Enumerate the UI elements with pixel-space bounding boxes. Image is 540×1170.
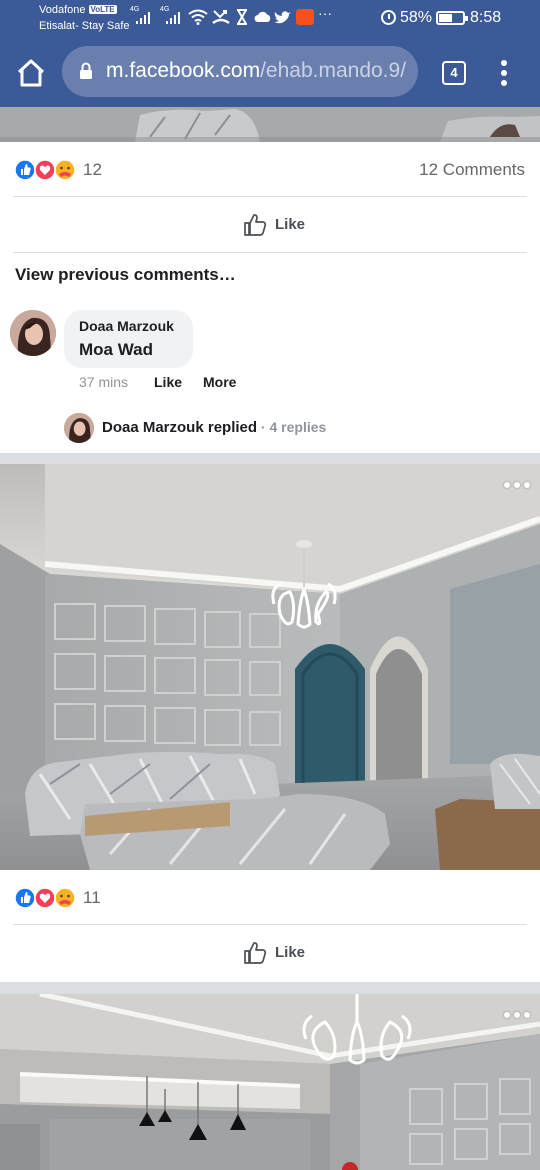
post-photo[interactable]	[0, 464, 540, 870]
status-time: 8:58	[470, 9, 502, 26]
cloud-icon	[254, 11, 271, 22]
app-notification-icon	[296, 9, 314, 25]
lock-icon	[80, 62, 92, 79]
divider	[13, 196, 527, 197]
comment-timestamp: 37 mins	[79, 374, 129, 390]
view-previous-comments-link[interactable]: View previous comments…	[15, 265, 236, 285]
carrier-primary: Vodafone VoLTE	[39, 4, 117, 16]
browser-chrome: VodafoneVoLTE Etisalat- Stay Safe 4G 4G	[0, 0, 540, 107]
view-replies-link[interactable]: Doaa Marzouk replied · 4 replies	[102, 419, 326, 436]
photo-room-scene	[0, 107, 540, 142]
reaction-count: 12	[83, 160, 102, 179]
battery-icon	[436, 11, 468, 25]
battery-percent: 58%	[400, 9, 433, 26]
overflow-indicator: ···	[318, 5, 332, 21]
battery-fill	[439, 14, 453, 22]
comment-bubble[interactable]: Doaa Marzouk Moa Wad	[64, 310, 193, 368]
post-card: 11 Like	[0, 464, 540, 982]
reply-avatar[interactable]	[64, 413, 94, 443]
reaction-count: 11	[83, 888, 101, 907]
thumbs-up-icon	[244, 942, 267, 964]
divider	[13, 252, 527, 253]
reply-count: 4 replies	[269, 419, 327, 435]
volte-badge: VoLTE	[88, 5, 117, 14]
status-bar: VodafoneVoLTE Etisalat- Stay Safe 4G 4G	[39, 4, 502, 32]
post-photo[interactable]	[0, 994, 540, 1170]
reply-author: Doaa Marzouk replied	[102, 419, 258, 436]
care-reaction-icon	[54, 159, 76, 181]
tab-switcher-button[interactable]: 4	[442, 61, 466, 85]
divider	[13, 924, 527, 925]
hourglass-icon	[237, 9, 247, 25]
url-text[interactable]: m.facebook.com/ehab.mando.9/	[106, 59, 406, 83]
avatar[interactable]	[10, 310, 56, 356]
avatar-image	[10, 310, 56, 356]
reaction-icons	[15, 159, 76, 181]
browser-menu-button[interactable]	[496, 58, 512, 88]
url-host: m.facebook.com	[106, 59, 261, 82]
like-button[interactable]: Like	[242, 940, 312, 966]
comment-like-button[interactable]: Like	[154, 374, 182, 390]
alarm-icon	[381, 10, 396, 25]
like-button[interactable]: Like	[242, 212, 312, 238]
comment-author[interactable]: Doaa Marzouk	[79, 318, 174, 334]
url-path: /ehab.mando.9/	[260, 59, 407, 82]
missed-call-icon	[212, 10, 230, 25]
home-icon[interactable]	[16, 58, 46, 88]
wifi-icon	[188, 9, 208, 25]
photo-room-scene	[0, 464, 540, 870]
address-bar[interactable]: m.facebook.com/ehab.mando.9/	[62, 46, 418, 97]
reactions-row[interactable]: 11	[15, 887, 525, 909]
comments-count-link[interactable]: 12 Comments	[419, 160, 525, 180]
comment-text: Moa Wad	[79, 340, 153, 359]
reaction-icons	[15, 887, 76, 909]
post-card	[0, 994, 540, 1170]
reply-separator: ·	[257, 419, 270, 435]
photo-more-options-button[interactable]	[504, 482, 530, 490]
twitter-icon	[274, 11, 291, 24]
post-photo[interactable]	[0, 107, 540, 142]
photo-more-options-button[interactable]	[504, 1012, 530, 1020]
avatar-image	[64, 413, 94, 443]
thumbs-up-icon	[244, 214, 267, 236]
carrier-secondary: Etisalat- Stay Safe	[39, 20, 130, 32]
comment-more-button[interactable]: More	[203, 374, 236, 390]
care-reaction-icon	[54, 887, 76, 909]
reactions-row[interactable]: 12 12 Comments	[15, 159, 525, 181]
photo-room-scene	[0, 994, 540, 1170]
